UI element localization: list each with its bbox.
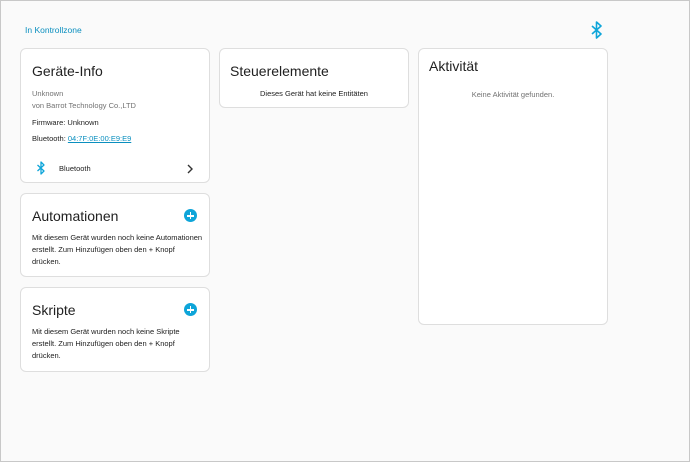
integration-row-bluetooth[interactable]: Bluetooth (21, 157, 209, 181)
bluetooth-icon (36, 161, 46, 180)
add-script-button[interactable] (184, 303, 197, 316)
bluetooth-label: Bluetooth: (32, 134, 66, 143)
controls-card: Steuerelemente Dieses Gerät hat keine En… (219, 48, 409, 108)
bluetooth-mac-link[interactable]: 04:7F:0E:00:E9:E9 (68, 134, 131, 143)
scripts-title: Skripte (32, 302, 76, 318)
device-info-card: Geräte-Info Unknown von Barrot Technolog… (20, 48, 210, 183)
bluetooth-icon[interactable] (590, 21, 604, 39)
controls-title: Steuerelemente (230, 63, 329, 79)
automations-empty-text: Mit diesem Gerät wurden noch keine Autom… (32, 233, 203, 266)
device-model: Unknown (32, 89, 64, 98)
device-firmware: Firmware: Unknown (32, 118, 99, 127)
scripts-empty-text: Mit diesem Gerät wurden noch keine Skrip… (32, 327, 180, 360)
controls-empty-text: Dieses Gerät hat keine Entitäten (260, 89, 368, 98)
automations-card: Automationen Mit diesem Gerät wurden noc… (20, 193, 210, 277)
scripts-card: Skripte Mit diesem Gerät wurden noch kei… (20, 287, 210, 372)
back-to-dashboard-link[interactable]: In Kontrollzone (25, 25, 82, 35)
chevron-right-icon (186, 162, 194, 180)
integration-label: Bluetooth (59, 164, 91, 173)
device-bluetooth-row: Bluetooth: 04:7F:0E:00:E9:E9 (32, 134, 131, 143)
activity-card: Aktivität Keine Aktivität gefunden. (418, 48, 608, 325)
activity-empty-text: Keine Aktivität gefunden. (471, 90, 555, 99)
automations-title: Automationen (32, 208, 119, 224)
activity-title: Aktivität (429, 58, 479, 74)
add-automation-button[interactable] (184, 209, 197, 222)
device-info-title: Geräte-Info (32, 63, 103, 79)
device-manufacturer: von Barrot Technology Co.,LTD (32, 101, 136, 110)
device-page: { "topbar": { "back_link": "In Kontrollz… (0, 0, 690, 462)
